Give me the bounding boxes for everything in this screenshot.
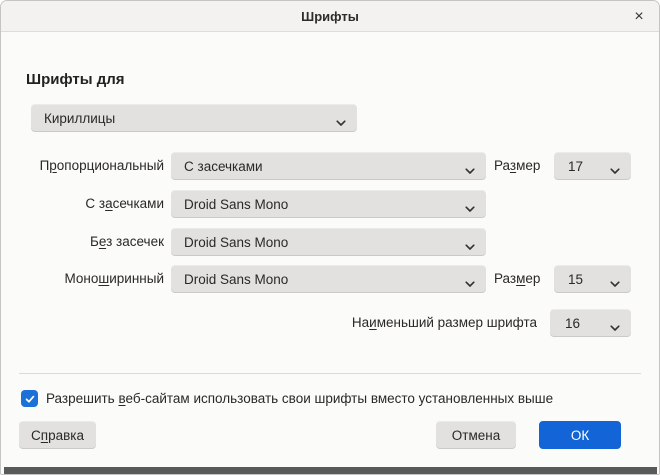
access-key: а: [105, 196, 113, 211]
websites-fonts-label[interactable]: Разрешить веб-сайтам использовать свои ш…: [46, 385, 553, 413]
label-part: сечками: [113, 196, 164, 211]
chevron-down-icon: [610, 163, 620, 170]
proportional-value: С засечками: [184, 159, 263, 174]
label-part: ер: [525, 271, 540, 286]
label-part: Моно: [65, 271, 99, 286]
label-part: П: [40, 158, 50, 173]
label-part: Разрешить: [46, 391, 118, 406]
label-part: На: [352, 315, 369, 330]
proportional-label: Пропорциональный: [1, 152, 164, 180]
label-part: Ра: [494, 158, 510, 173]
serif-label: С засечками: [1, 190, 164, 218]
access-key: ш: [98, 271, 109, 286]
checkmark-icon: [24, 393, 36, 405]
label-part: иринный: [109, 271, 164, 286]
close-icon[interactable]: ×: [627, 5, 651, 29]
access-key: е: [99, 234, 106, 249]
size-monospace-select[interactable]: 15: [554, 265, 631, 293]
size-monospace-label: Размер: [494, 265, 540, 293]
dialog-title: Шрифты: [301, 9, 359, 24]
size-monospace-value: 15: [568, 272, 583, 287]
min-font-size-select[interactable]: 16: [550, 309, 631, 337]
chevron-down-icon: [465, 276, 475, 283]
access-key: м: [516, 271, 525, 286]
cancel-button[interactable]: Отмена: [436, 421, 516, 449]
help-button[interactable]: Справка: [19, 421, 96, 449]
access-key: р: [49, 158, 57, 173]
sans-serif-select[interactable]: Droid Sans Mono: [171, 228, 486, 256]
label-part: С з: [85, 196, 105, 211]
label-part: з засечек: [106, 234, 164, 249]
access-key: и: [369, 315, 377, 330]
access-key: п: [41, 428, 48, 443]
titlebar: Шрифты ×: [1, 1, 659, 32]
label-part: С: [31, 428, 41, 443]
ok-button[interactable]: ОК: [539, 421, 621, 449]
sans-serif-label: Без засечек: [1, 228, 164, 256]
window-bottom-edge: [4, 467, 657, 475]
label-part: Б: [90, 234, 99, 249]
monospace-label: Моноширинный: [1, 265, 164, 293]
size-proportional-select[interactable]: 17: [554, 152, 631, 180]
size-proportional-value: 17: [568, 159, 583, 174]
access-key: в: [118, 391, 125, 406]
serif-select[interactable]: Droid Sans Mono: [171, 190, 486, 218]
size-proportional-label: Размер: [494, 152, 540, 180]
chevron-down-icon: [610, 320, 620, 327]
label-part: Раз: [494, 271, 516, 286]
chevron-down-icon: [465, 239, 475, 246]
label-part: опорциональный: [57, 158, 164, 173]
label-part: равка: [48, 428, 84, 443]
label-part: еб-сайтам использовать свои шрифты вмест…: [126, 391, 554, 406]
proportional-select[interactable]: С засечками: [171, 152, 486, 180]
monospace-value: Droid Sans Mono: [184, 272, 288, 287]
fonts-for-select[interactable]: Кириллицы: [31, 104, 357, 132]
monospace-select[interactable]: Droid Sans Mono: [171, 265, 486, 293]
sans-serif-value: Droid Sans Mono: [184, 235, 288, 250]
chevron-down-icon: [465, 163, 475, 170]
label-part: мер: [516, 158, 540, 173]
min-font-size-value: 16: [565, 316, 580, 331]
chevron-down-icon: [610, 276, 620, 283]
fonts-dialog: Шрифты × Шрифты для Кириллицы Пропорцион…: [0, 0, 660, 475]
serif-value: Droid Sans Mono: [184, 197, 288, 212]
section-divider: [19, 373, 641, 374]
fonts-for-value: Кириллицы: [44, 111, 115, 126]
min-font-size-label: Наименьший размер шрифта: [201, 309, 537, 337]
fonts-for-heading: Шрифты для: [26, 71, 125, 88]
label-part: меньший размер шрифта: [377, 315, 537, 330]
chevron-down-icon: [336, 115, 346, 122]
chevron-down-icon: [465, 201, 475, 208]
websites-fonts-checkbox[interactable]: [21, 390, 38, 407]
